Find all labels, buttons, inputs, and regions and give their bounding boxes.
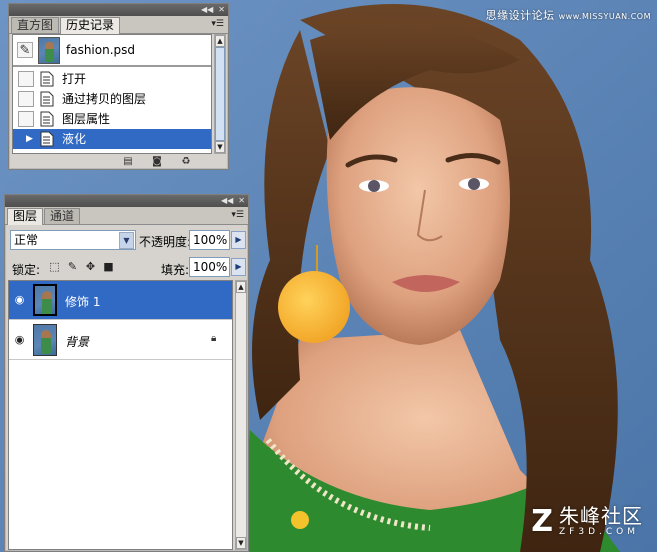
scroll-track[interactable] bbox=[236, 293, 246, 537]
history-step-icon bbox=[40, 91, 54, 107]
history-step-selected[interactable]: ▶ 液化 bbox=[13, 129, 211, 149]
lock-all-icon[interactable]: ■ bbox=[102, 260, 115, 273]
blend-mode-value: 正常 bbox=[14, 233, 39, 247]
layer-list: ◉ 修饰 1 ◉ 背景 🔒︎ bbox=[8, 280, 233, 550]
brand-glyph: Z bbox=[531, 503, 553, 539]
opacity-slider-arrow-icon[interactable]: ▶ bbox=[231, 231, 246, 249]
brand-logo: Z 朱峰社区 ZF3D.COM bbox=[531, 505, 643, 538]
history-step-icon bbox=[40, 131, 54, 147]
history-step[interactable]: 图层属性 bbox=[13, 109, 211, 129]
panel-menu-icon[interactable]: ▾☰ bbox=[231, 210, 244, 220]
close-icon[interactable]: ✕ bbox=[218, 5, 225, 15]
history-scrollbar[interactable]: ▲ ▼ bbox=[214, 34, 226, 154]
history-brush-checkbox[interactable] bbox=[18, 91, 34, 107]
snapshot-label: fashion.psd bbox=[66, 43, 136, 57]
history-list: ✎ fashion.psd 打开 通过拷贝的图层 图层属性 ▶ 液化 bbox=[12, 34, 212, 154]
scroll-up-icon[interactable]: ▲ bbox=[236, 281, 246, 293]
brand-name: 朱峰社区 bbox=[559, 504, 643, 528]
history-brush-source-icon[interactable]: ✎ bbox=[17, 42, 33, 58]
tab-histogram[interactable]: 直方图 bbox=[11, 17, 60, 33]
opacity-value: 100% bbox=[193, 233, 228, 247]
lock-label: 锁定: bbox=[12, 263, 41, 277]
layer-thumbnail bbox=[33, 284, 57, 316]
new-document-from-state-icon[interactable]: ▤ bbox=[119, 156, 137, 167]
history-brush-checkbox[interactable] bbox=[18, 111, 34, 127]
fill-slider-arrow-icon[interactable]: ▶ bbox=[231, 258, 246, 276]
chevron-down-icon[interactable]: ▼ bbox=[119, 232, 134, 249]
lock-transparent-pixels-icon[interactable]: ⬚ bbox=[48, 260, 61, 273]
layer-name: 背景 bbox=[65, 335, 90, 349]
fill-input[interactable]: 100% bbox=[189, 257, 230, 277]
close-icon[interactable]: ✕ bbox=[238, 196, 245, 206]
scroll-thumb[interactable] bbox=[215, 47, 225, 141]
history-step-label: 打开 bbox=[62, 72, 87, 86]
watermark-text: 思缘设计论坛 www.MISSYUAN.COM bbox=[485, 9, 651, 22]
history-step[interactable]: 打开 bbox=[13, 69, 211, 89]
fill-value: 100% bbox=[193, 260, 228, 274]
layer-lock-icon: 🔒︎ bbox=[211, 333, 217, 344]
scroll-down-icon[interactable]: ▼ bbox=[236, 537, 246, 549]
layers-panel: ◀◀ ✕ 图层 通道 ▾☰ 正常 ▼ 不透明度: 100% ▶ 锁定: ⬚ ✎ … bbox=[4, 194, 249, 552]
history-step-icon bbox=[40, 111, 54, 127]
opacity-input[interactable]: 100% bbox=[189, 230, 230, 250]
layers-scrollbar[interactable]: ▲ ▼ bbox=[235, 280, 247, 550]
eye-icon[interactable]: ◉ bbox=[11, 291, 28, 308]
history-step-icon bbox=[40, 71, 54, 87]
layer-thumbnail bbox=[33, 324, 57, 356]
history-panel-tabs: 直方图 历史记录 ▾☰ bbox=[9, 16, 228, 34]
blend-mode-select[interactable]: 正常 ▼ bbox=[10, 230, 136, 250]
history-step-label: 液化 bbox=[62, 132, 87, 146]
lock-image-pixels-icon[interactable]: ✎ bbox=[66, 260, 79, 273]
history-step-label: 通过拷贝的图层 bbox=[62, 92, 147, 106]
lock-position-icon[interactable]: ✥ bbox=[84, 260, 97, 273]
history-snapshot[interactable]: ✎ fashion.psd bbox=[13, 35, 211, 67]
brand-domain: ZF3D.COM bbox=[559, 527, 639, 537]
layers-panel-tabs: 图层 通道 ▾☰ bbox=[5, 207, 248, 225]
fill-label: 填充: bbox=[161, 263, 190, 277]
trash-icon[interactable]: ♻ bbox=[177, 156, 195, 167]
history-step-label: 图层属性 bbox=[62, 112, 111, 126]
history-state-pointer-icon: ▶ bbox=[26, 134, 33, 144]
scroll-up-icon[interactable]: ▲ bbox=[215, 35, 225, 47]
lock-fill-row: 锁定: ⬚ ✎ ✥ ■ 填充: 100% ▶ bbox=[8, 257, 246, 279]
layer-row-selected[interactable]: ◉ 修饰 1 bbox=[9, 281, 232, 320]
snapshot-thumbnail bbox=[38, 37, 60, 64]
scroll-down-icon[interactable]: ▼ bbox=[215, 141, 225, 153]
collapse-icon[interactable]: ◀◀ bbox=[201, 5, 213, 15]
opacity-label: 不透明度: bbox=[139, 235, 192, 249]
tab-layers[interactable]: 图层 bbox=[7, 208, 44, 225]
layer-row[interactable]: ◉ 背景 🔒︎ bbox=[9, 321, 232, 360]
history-panel-titlebar[interactable]: ◀◀ ✕ bbox=[9, 4, 228, 16]
collapse-icon[interactable]: ◀◀ bbox=[221, 196, 233, 206]
eye-icon[interactable]: ◉ bbox=[11, 331, 28, 348]
history-footer: ▤ ◙ ♻ bbox=[119, 156, 206, 167]
history-panel: ◀◀ ✕ 直方图 历史记录 ▾☰ ✎ fashion.psd 打开 通过拷贝的图… bbox=[8, 3, 229, 170]
layers-panel-titlebar[interactable]: ◀◀ ✕ bbox=[5, 195, 248, 207]
layer-name: 修饰 1 bbox=[65, 295, 101, 309]
history-step[interactable]: 通过拷贝的图层 bbox=[13, 89, 211, 109]
tab-history[interactable]: 历史记录 bbox=[60, 17, 121, 34]
blend-opacity-row: 正常 ▼ 不透明度: 100% ▶ bbox=[8, 230, 246, 252]
tab-channels[interactable]: 通道 bbox=[44, 208, 81, 224]
history-brush-checkbox[interactable] bbox=[18, 71, 34, 87]
camera-snapshot-icon[interactable]: ◙ bbox=[148, 156, 166, 167]
panel-menu-icon[interactable]: ▾☰ bbox=[211, 19, 224, 29]
